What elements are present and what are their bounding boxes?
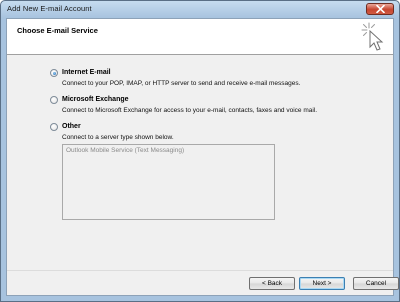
internet-email-description: Connect to your POP, IMAP, or HTTP serve… — [62, 80, 301, 87]
other-radio[interactable] — [50, 123, 58, 131]
other-description: Connect to a server type shown below. — [62, 134, 174, 141]
wizard-cursor-icon — [361, 22, 384, 51]
microsoft-exchange-description: Connect to Microsoft Exchange for access… — [62, 107, 318, 114]
internet-email-radio[interactable] — [50, 69, 58, 77]
server-type-list[interactable]: Outlook Mobile Service (Text Messaging) — [62, 144, 275, 220]
back-button[interactable]: < Back — [249, 277, 295, 290]
microsoft-exchange-label: Microsoft Exchange — [62, 96, 129, 103]
page-title: Choose E-mail Service — [17, 26, 98, 35]
internet-email-label: Internet E-mail — [62, 69, 111, 76]
dialog-window: Add New E-mail Account Choose E-mail Ser… — [0, 0, 400, 302]
wizard-header: Choose E-mail Service — [7, 19, 393, 55]
server-type-item[interactable]: Outlook Mobile Service (Text Messaging) — [66, 147, 184, 154]
other-label: Other — [62, 123, 81, 130]
next-button[interactable]: Next > — [299, 277, 345, 290]
window-title: Add New E-mail Account — [7, 4, 92, 13]
close-icon — [375, 5, 385, 13]
title-bar[interactable]: Add New E-mail Account — [1, 1, 399, 18]
dialog-body: Choose E-mail Service Internet E-mail Co… — [6, 18, 399, 296]
footer-divider — [7, 270, 393, 271]
close-button[interactable] — [366, 3, 394, 15]
cancel-button[interactable]: Cancel — [353, 277, 399, 290]
microsoft-exchange-radio[interactable] — [50, 96, 58, 104]
